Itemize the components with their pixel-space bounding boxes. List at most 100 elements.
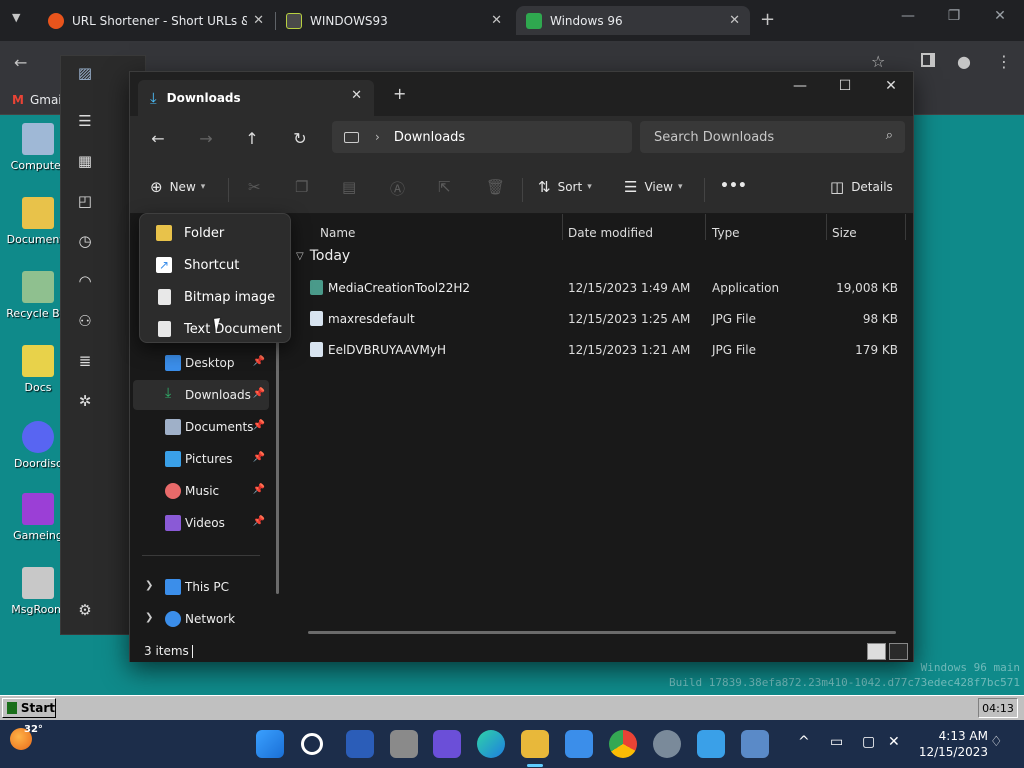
column-separator[interactable] xyxy=(562,214,563,240)
side-panel-icon[interactable] xyxy=(921,53,935,67)
sort-button[interactable]: ⇅ Sort ▾ xyxy=(538,178,592,196)
view-button[interactable]: ☰ View ▾ xyxy=(624,178,682,196)
task-view-icon[interactable] xyxy=(390,730,418,758)
details-view-toggle-icon[interactable] xyxy=(867,643,886,660)
taskbar-clock[interactable]: 4:13 AM 12/15/2023 xyxy=(916,728,988,760)
browser-minimize-icon[interactable]: — xyxy=(888,8,928,24)
app-history-icon[interactable]: ◷ xyxy=(75,232,95,250)
file-explorer-taskbar-icon[interactable] xyxy=(521,730,549,758)
address-bar[interactable]: › Downloads xyxy=(332,121,632,153)
breadcrumb-downloads[interactable]: Downloads xyxy=(394,130,465,145)
task-manager-taskbar-icon[interactable] xyxy=(741,730,769,758)
browser-close-icon[interactable]: ✕ xyxy=(980,8,1020,24)
file-row[interactable]: EelDVBRUYAAVMyH 12/15/2023 1:21 AM JPG F… xyxy=(290,334,910,364)
column-separator[interactable] xyxy=(826,214,827,240)
win96-start-button[interactable]: Start xyxy=(2,698,56,718)
nav-item-videos[interactable]: Videos 📌 xyxy=(133,508,269,538)
notification-bell-icon[interactable]: ♢ xyxy=(990,734,1003,750)
browser-tab-windows96[interactable]: Windows 96 ✕ xyxy=(516,6,750,35)
column-separator[interactable] xyxy=(905,214,906,240)
pin-icon[interactable]: 📌 xyxy=(253,388,265,399)
horizontal-scrollbar[interactable] xyxy=(308,631,896,634)
processes-icon[interactable]: ▦ xyxy=(75,152,95,170)
explorer-close-icon[interactable]: ✕ xyxy=(868,78,914,94)
nav-item-documents[interactable]: Documents 📌 xyxy=(133,412,269,442)
group-header-today[interactable]: ▽ Today xyxy=(296,248,350,264)
nav-item-this-pc[interactable]: ❯ This PC xyxy=(133,572,269,602)
expand-chevron-icon[interactable]: ❯ xyxy=(145,580,153,591)
tab-search-chevron-icon[interactable]: ▼ xyxy=(12,11,20,24)
browser-tab-windows93[interactable]: WINDOWS93 ✕ xyxy=(276,6,512,35)
volume-muted-icon[interactable]: ✕ xyxy=(888,734,900,750)
new-button[interactable]: ⊕ New ▾ xyxy=(150,178,205,196)
column-header-name[interactable]: Name xyxy=(320,226,355,240)
profile-avatar-icon[interactable]: ● xyxy=(957,52,971,71)
delete-button[interactable]: 🗑 xyxy=(486,178,512,196)
chrome-icon[interactable] xyxy=(609,730,637,758)
new-tab-button[interactable]: + xyxy=(760,9,775,30)
cut-button[interactable]: ✂ xyxy=(248,178,268,196)
performance-icon[interactable]: ◰ xyxy=(75,192,95,210)
browser-tab-url-shortener[interactable]: URL Shortener - Short URLs & C ✕ xyxy=(38,6,274,35)
search-icon[interactable] xyxy=(301,733,323,755)
nav-item-downloads[interactable]: ⤓ Downloads 📌 xyxy=(133,380,269,410)
column-header-type[interactable]: Type xyxy=(712,226,740,240)
microsoft-store-icon[interactable] xyxy=(565,730,593,758)
nav-item-pictures[interactable]: Pictures 📌 xyxy=(133,444,269,474)
pin-icon[interactable]: 📌 xyxy=(253,356,265,367)
edge-browser-icon[interactable] xyxy=(477,730,505,758)
close-tab-icon[interactable]: ✕ xyxy=(253,13,264,28)
close-tab-icon[interactable]: ✕ xyxy=(491,13,502,28)
edge-beta-icon[interactable] xyxy=(346,730,374,758)
tiles-view-toggle-icon[interactable] xyxy=(889,643,908,660)
menu-item-bitmap-image[interactable]: Bitmap image xyxy=(144,282,288,312)
pin-icon[interactable]: 📌 xyxy=(253,420,265,431)
close-explorer-tab-icon[interactable]: ✕ xyxy=(351,88,362,103)
bookmark-star-icon[interactable]: ☆ xyxy=(871,52,885,71)
file-row[interactable]: MediaCreationTool22H2 12/15/2023 1:49 AM… xyxy=(290,272,910,302)
browser-menu-icon[interactable]: ⋮ xyxy=(996,52,1012,71)
column-separator[interactable] xyxy=(705,214,706,240)
paste-button[interactable]: ▤ xyxy=(342,178,363,196)
nav-item-network[interactable]: ❯ Network xyxy=(133,604,269,634)
menu-item-shortcut[interactable]: ↗ Shortcut xyxy=(144,250,288,280)
nav-item-desktop[interactable]: Desktop 📌 xyxy=(133,348,269,378)
details-pane-button[interactable]: ◫ Details xyxy=(830,178,893,196)
services-icon[interactable]: ✲ xyxy=(75,392,95,410)
bookmark-gmail[interactable]: M Gmai xyxy=(12,93,62,107)
details-list-icon[interactable]: ≣ xyxy=(75,352,95,370)
explorer-tab-downloads[interactable]: ⤓ Downloads ✕ xyxy=(138,80,374,116)
back-arrow-icon[interactable]: ← xyxy=(14,53,27,72)
close-tab-icon[interactable]: ✕ xyxy=(729,13,740,28)
nav-forward-icon[interactable]: → xyxy=(194,129,218,148)
pin-icon[interactable]: 📌 xyxy=(253,516,265,527)
browser-maximize-icon[interactable]: ❐ xyxy=(934,8,974,24)
display-icon[interactable]: ▢ xyxy=(862,734,875,750)
share-button[interactable]: ⇱ xyxy=(438,178,458,196)
nav-item-music[interactable]: Music 📌 xyxy=(133,476,269,506)
snipping-tool-icon[interactable] xyxy=(697,730,725,758)
teams-chat-icon[interactable] xyxy=(433,730,461,758)
file-row[interactable]: maxresdefault 12/15/2023 1:25 AM JPG Fil… xyxy=(290,303,910,333)
column-header-size[interactable]: Size xyxy=(832,226,857,240)
nav-refresh-icon[interactable]: ↻ xyxy=(288,129,312,148)
pin-icon[interactable]: 📌 xyxy=(253,452,265,463)
network-status-icon[interactable]: ▭ xyxy=(830,734,843,750)
windows-start-icon[interactable] xyxy=(256,730,284,758)
search-input[interactable]: Search Downloads ⌕ xyxy=(640,121,905,153)
rename-button[interactable]: Ⓐ xyxy=(390,178,412,199)
explorer-maximize-icon[interactable]: ☐ xyxy=(822,78,868,94)
new-explorer-tab-button[interactable]: + xyxy=(393,84,406,103)
hamburger-menu-icon[interactable]: ☰ xyxy=(75,112,95,130)
nav-up-icon[interactable]: ↑ xyxy=(240,129,264,148)
show-hidden-icons-chevron-icon[interactable]: ^ xyxy=(798,734,810,750)
startup-apps-icon[interactable]: ◠ xyxy=(75,272,95,290)
copy-button[interactable]: ❐ xyxy=(295,178,315,196)
menu-item-folder[interactable]: Folder xyxy=(144,218,288,248)
pin-icon[interactable]: 📌 xyxy=(253,484,265,495)
settings-gear-icon[interactable]: ⚙ xyxy=(75,601,95,619)
nav-back-icon[interactable]: ← xyxy=(146,129,170,148)
more-options-button[interactable]: ••• xyxy=(720,178,747,194)
settings-gear-icon[interactable] xyxy=(653,730,681,758)
users-icon[interactable]: ⚇ xyxy=(75,312,95,330)
